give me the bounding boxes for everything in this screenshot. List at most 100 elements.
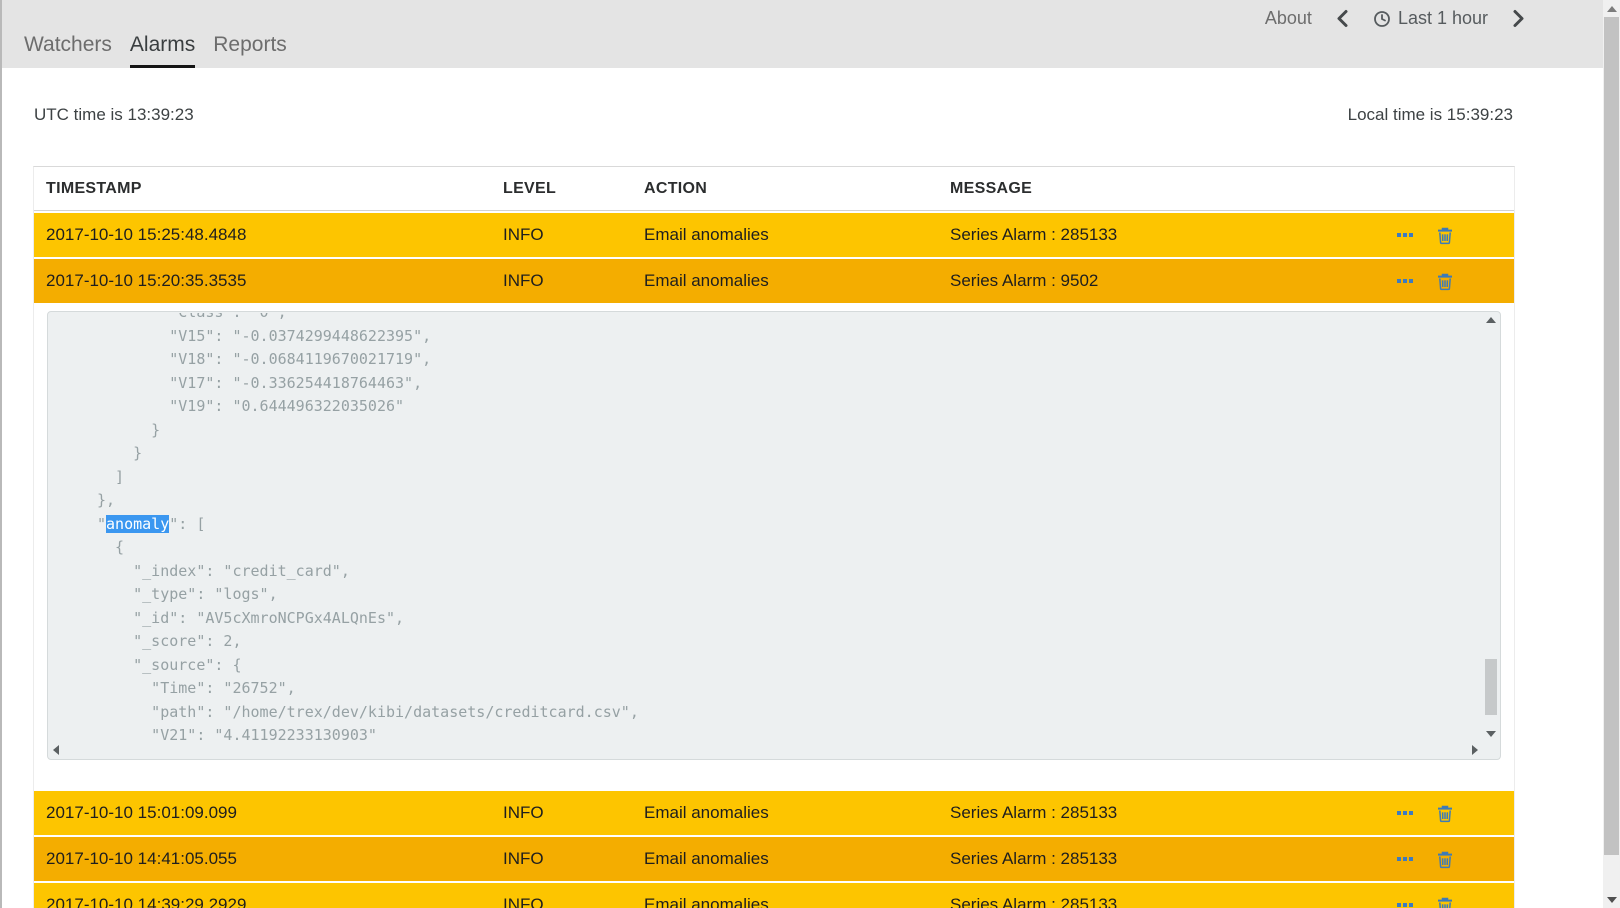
chevron-right-icon [1512,9,1525,28]
code-line: "path": "/home/trex/dev/kibi/datasets/cr… [97,701,1482,725]
cell-action: Email anomalies [632,225,938,245]
code-line: ] [97,466,1482,490]
alarm-row[interactable]: 2017-10-10 15:01:09.099INFOEmail anomali… [34,791,1514,835]
scroll-right-arrow-icon[interactable] [1472,745,1478,755]
trash-icon [1437,896,1453,908]
more-actions-button[interactable] [1395,275,1415,287]
cell-action: Email anomalies [632,803,938,823]
json-code-block: "Class": "0", "V15": "-0.037429944862239… [47,311,1501,760]
selected-text: anomaly [106,515,169,533]
cell-more-actions [1384,853,1432,865]
cell-delete [1432,226,1516,245]
code-line: "_index": "credit_card", [97,560,1482,584]
tab-reports[interactable]: Reports [213,33,287,68]
cell-level: INFO [491,849,632,869]
cell-message: Series Alarm : 9502 [938,271,1384,291]
delete-alarm-button[interactable] [1437,804,1453,823]
about-link[interactable]: About [1265,8,1312,29]
scroll-up-arrow-icon[interactable] [1486,317,1496,323]
more-actions-button[interactable] [1395,853,1415,865]
trash-icon [1437,226,1453,245]
code-horizontal-scrollbar[interactable] [51,743,1480,757]
code-line: "Class": "0", [97,313,1482,325]
page-scrollbar-thumb[interactable] [1604,17,1619,855]
more-actions-button[interactable] [1395,807,1415,819]
trash-icon [1437,272,1453,291]
cell-more-actions [1384,807,1432,819]
scroll-left-arrow-icon[interactable] [53,745,59,755]
code-line: { [97,536,1482,560]
cell-level: INFO [491,225,632,245]
cell-timestamp: 2017-10-10 15:20:35.3535 [34,271,491,291]
time-range-label: Last 1 hour [1398,8,1488,29]
clock-row: UTC time is 13:39:23 Local time is 15:39… [34,105,1513,125]
alarm-rows-bottom: 2017-10-10 15:01:09.099INFOEmail anomali… [34,791,1514,908]
scroll-down-arrow-icon[interactable] [1486,731,1496,737]
code-line: "Time": "26752", [97,677,1482,701]
code-line: "_type": "logs", [97,583,1482,607]
code-line: "anomaly": [ [97,513,1482,537]
code-line: "V21": "4.41192233130903" [97,724,1482,741]
column-header-timestamp: TIMESTAMP [34,180,491,198]
code-line: "V18": "-0.0684119670021719", [97,348,1482,372]
cell-action: Email anomalies [632,271,938,291]
cell-message: Series Alarm : 285133 [938,849,1384,869]
cell-delete [1432,896,1516,908]
table-header-row: TIMESTAMPLEVELACTIONMESSAGE [34,167,1514,211]
next-time-range-button[interactable] [1512,9,1525,28]
cell-level: INFO [491,803,632,823]
column-header-level: LEVEL [491,180,632,198]
cell-timestamp: 2017-10-10 15:25:48.4848 [34,225,491,245]
alarm-row[interactable]: 2017-10-10 14:39:29.2929INFOEmail anomal… [34,883,1514,908]
cell-timestamp: 2017-10-10 14:41:05.055 [34,849,491,869]
cell-message: Series Alarm : 285133 [938,225,1384,245]
nav-tabs: Watchers Alarms Reports [24,33,287,68]
alarm-rows-top: 2017-10-10 15:25:48.4848INFOEmail anomal… [34,213,1514,303]
page-scrollbar[interactable] [1603,0,1620,908]
alarm-row[interactable]: 2017-10-10 15:20:35.3535INFOEmail anomal… [34,259,1514,303]
json-code-lines: "Class": "0", "V15": "-0.037429944862239… [49,313,1482,741]
code-vertical-scrollbar-thumb[interactable] [1485,659,1497,715]
cell-level: INFO [491,895,632,908]
tab-watchers[interactable]: Watchers [24,33,112,68]
json-code-viewport: "Class": "0", "V15": "-0.037429944862239… [49,313,1482,741]
delete-alarm-button[interactable] [1437,850,1453,869]
cell-more-actions [1384,899,1432,908]
alarms-table: TIMESTAMPLEVELACTIONMESSAGE 2017-10-10 1… [33,166,1515,908]
trash-icon [1437,804,1453,823]
tab-alarms[interactable]: Alarms [130,33,195,68]
code-line: "_source": { [97,654,1482,678]
cell-delete [1432,850,1516,869]
cell-level: INFO [491,271,632,291]
more-actions-button[interactable] [1395,229,1415,241]
expanded-alarm-panel: "Class": "0", "V15": "-0.037429944862239… [34,303,1514,789]
utc-time-text: UTC time is 13:39:23 [34,105,194,125]
cell-action: Email anomalies [632,849,938,869]
page-scroll-down-arrow-icon[interactable] [1603,891,1620,908]
more-actions-button[interactable] [1395,899,1415,908]
code-line: "_score": 2, [97,630,1482,654]
cell-more-actions [1384,229,1432,241]
code-line: }, [97,489,1482,513]
cell-message: Series Alarm : 285133 [938,803,1384,823]
code-line: "_id": "AV5cXmroNCPGx4ALQnEs", [97,607,1482,631]
clock-icon [1373,10,1391,28]
cell-delete [1432,804,1516,823]
prev-time-range-button[interactable] [1336,9,1349,28]
code-line: } [97,419,1482,443]
alarm-row[interactable]: 2017-10-10 14:41:05.055INFOEmail anomali… [34,837,1514,881]
code-line: "V15": "-0.0374299448622395", [97,325,1482,349]
delete-alarm-button[interactable] [1437,896,1453,908]
code-vertical-scrollbar[interactable] [1484,315,1498,739]
column-header-action: ACTION [632,180,938,198]
page-scroll-up-arrow-icon[interactable] [1603,0,1620,17]
cell-timestamp: 2017-10-10 14:39:29.2929 [34,895,491,908]
cell-delete [1432,272,1516,291]
delete-alarm-button[interactable] [1437,226,1453,245]
cell-more-actions [1384,275,1432,287]
alarm-row[interactable]: 2017-10-10 15:25:48.4848INFOEmail anomal… [34,213,1514,257]
chevron-left-icon [1336,9,1349,28]
top-navbar: About Last 1 hour Watchers Alarms Reports [2,0,1605,68]
delete-alarm-button[interactable] [1437,272,1453,291]
time-range-picker[interactable]: Last 1 hour [1373,8,1488,29]
